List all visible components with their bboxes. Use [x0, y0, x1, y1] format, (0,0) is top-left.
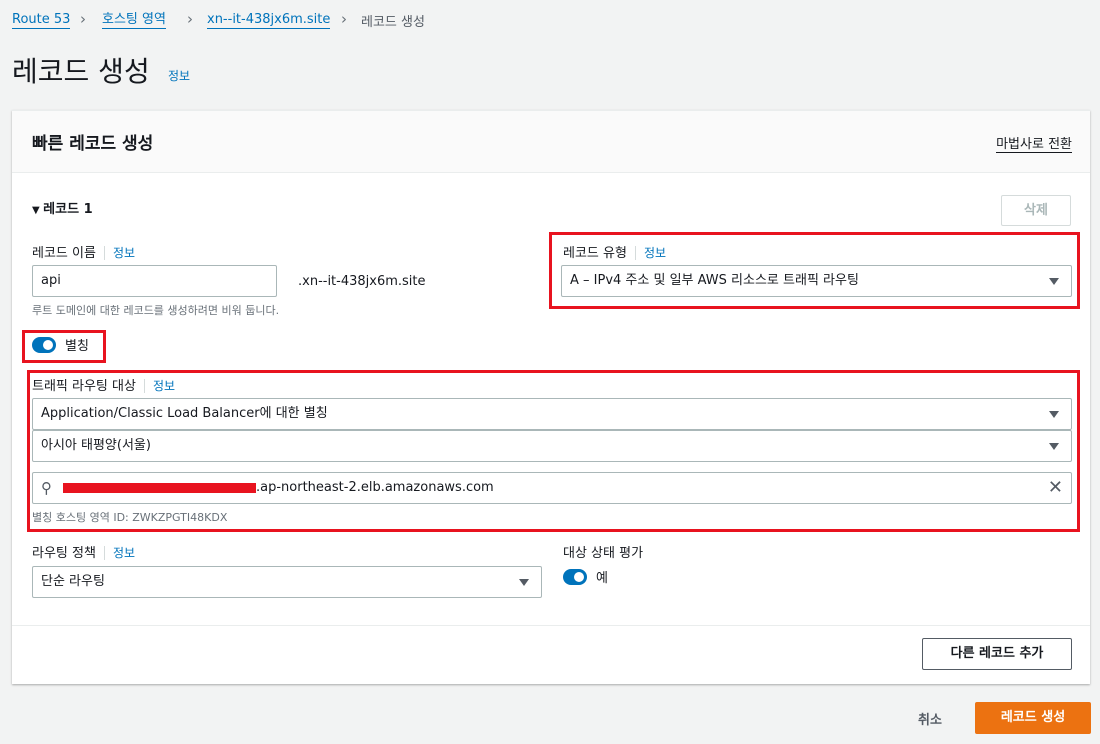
- highlight-box: [22, 330, 106, 363]
- record-name-label: 레코드 이름: [32, 246, 96, 261]
- chevron-right-icon: ›: [187, 10, 193, 28]
- create-records-button[interactable]: 레코드 생성: [975, 702, 1091, 734]
- breadcrumb-zone[interactable]: xn--it-438jx6m.site: [207, 11, 331, 29]
- record-name-hint: 루트 도메인에 대한 레코드를 생성하려면 비워 둡니다.: [32, 304, 280, 317]
- domain-suffix: .xn--it-438jx6m.site: [298, 274, 426, 289]
- routing-policy-select[interactable]: 단순 라우팅: [32, 566, 542, 598]
- highlight-box: [27, 370, 1080, 532]
- breadcrumb-current: 레코드 생성: [361, 15, 425, 30]
- record-name-info-link[interactable]: 정보: [103, 246, 136, 260]
- caret-down-icon: ▼: [32, 205, 44, 216]
- breadcrumb-hosted-zones[interactable]: 호스팅 영역: [102, 11, 166, 29]
- routing-policy-value: 단순 라우팅: [41, 574, 105, 589]
- divider: [12, 625, 1090, 626]
- routing-policy-label: 라우팅 정책: [32, 546, 96, 561]
- page-info-link[interactable]: 정보: [168, 67, 190, 84]
- add-another-record-button[interactable]: 다른 레코드 추가: [922, 638, 1072, 670]
- cancel-button[interactable]: 취소: [918, 709, 942, 728]
- record-section-toggle[interactable]: ▼ 레코드 1: [32, 198, 93, 217]
- panel-title: 빠른 레코드 생성: [32, 134, 154, 154]
- switch-to-wizard-link[interactable]: 마법사로 전환: [996, 133, 1072, 153]
- health-eval-value: 예: [596, 571, 608, 586]
- record-name-input[interactable]: api: [32, 265, 277, 297]
- chevron-right-icon: ›: [80, 10, 86, 28]
- record-section-title: 레코드 1: [43, 202, 93, 217]
- chevron-right-icon: ›: [341, 10, 347, 28]
- routing-policy-info-link[interactable]: 정보: [103, 546, 136, 560]
- caret-down-icon: [519, 579, 529, 586]
- health-eval-label: 대상 상태 평가: [563, 546, 644, 561]
- health-eval-toggle[interactable]: [563, 569, 587, 585]
- page-title: 레코드 생성: [12, 55, 150, 88]
- breadcrumb-route53[interactable]: Route 53: [12, 11, 71, 29]
- highlight-box: [549, 232, 1080, 309]
- delete-button[interactable]: 삭제: [1001, 195, 1071, 226]
